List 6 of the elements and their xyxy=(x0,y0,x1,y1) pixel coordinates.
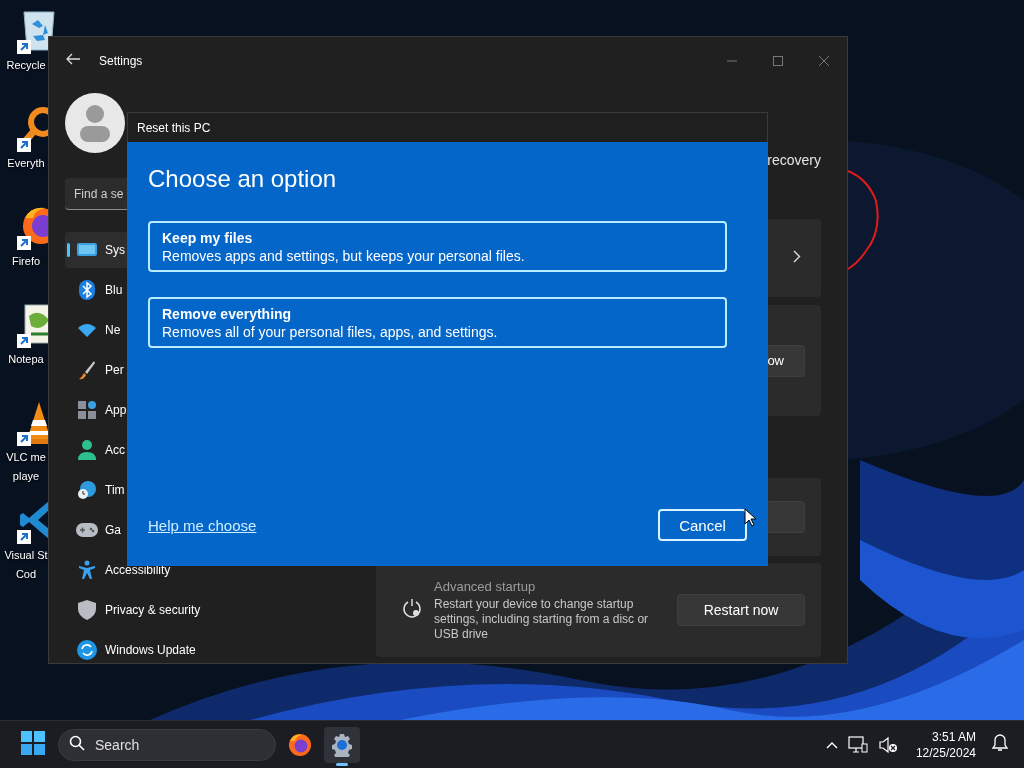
window-title: Settings xyxy=(99,54,143,68)
dialog-title: Reset this PC xyxy=(127,112,768,142)
dialog-heading: Choose an option xyxy=(148,166,338,192)
card-title: Advanced startup xyxy=(434,578,537,594)
description-text: recovery xyxy=(767,151,821,169)
card-description: Restart your device to change startup settings, including starting from a disc or USB drive xyxy=(434,596,650,642)
